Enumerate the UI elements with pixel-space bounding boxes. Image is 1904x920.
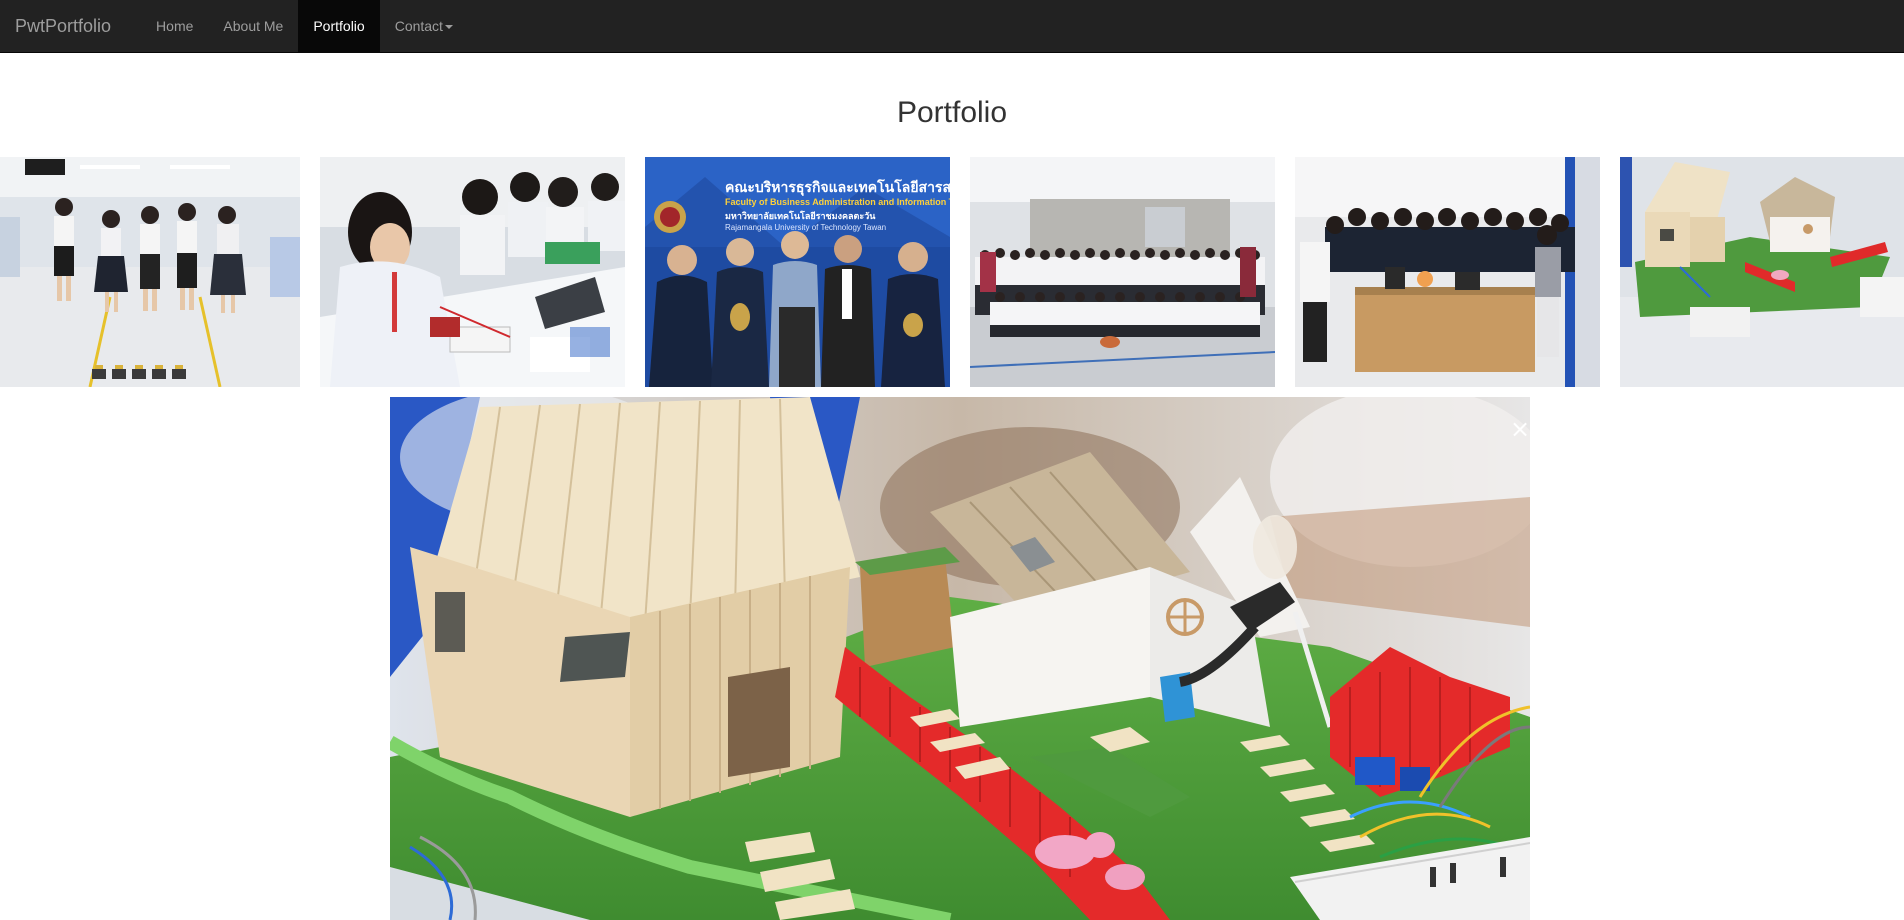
banner-english-text: Faculty of Business Administration and I… xyxy=(725,197,950,207)
nav-item-contact: Contact xyxy=(380,0,468,52)
portfolio-thumbnail-5[interactable] xyxy=(1295,157,1600,387)
portfolio-thumbnail-2[interactable] xyxy=(320,157,625,387)
lightbox-photo xyxy=(390,397,1530,920)
portfolio-thumbnail-3[interactable]: คณะบริหารธุรกิจและเทคโนโลยีสารสนเ Facult… xyxy=(645,157,950,387)
close-icon[interactable]: × xyxy=(1508,417,1532,441)
page-title: Portfolio xyxy=(896,96,1008,129)
thumbnail-3-image: คณะบริหารธุรกิจและเทคโนโลยีสารสนเ Facult… xyxy=(645,157,950,387)
banner-thai-text: คณะบริหารธุรกิจและเทคโนโลยีสารสนเ xyxy=(725,178,950,196)
nav-menu: Home About Me Portfolio Contact xyxy=(126,0,468,52)
portfolio-thumbnail-4[interactable] xyxy=(970,157,1275,387)
banner-thai-text-2: มหาวิทยาลัยเทคโนโลยีราชมงคลตะวัน xyxy=(725,210,876,222)
thumbnail-1-image xyxy=(0,157,300,387)
nav-contact-dropdown[interactable]: Contact xyxy=(380,0,468,52)
nav-item-portfolio: Portfolio xyxy=(298,0,380,52)
thumbnail-2-image xyxy=(320,157,625,387)
portfolio-thumbnail-1[interactable] xyxy=(0,157,300,387)
nav-about-link[interactable]: About Me xyxy=(208,0,298,52)
brand-link[interactable]: PwtPortfolio xyxy=(0,0,126,52)
banner-english-text-2: Rajamangala University of Technology Taw… xyxy=(725,223,886,232)
caret-down-icon xyxy=(444,25,453,30)
nav-item-home: Home xyxy=(141,0,208,52)
navbar: PwtPortfolio Home About Me Portfolio Con… xyxy=(0,0,1904,53)
portfolio-thumbnail-6[interactable] xyxy=(1620,157,1904,387)
nav-home-link[interactable]: Home xyxy=(141,0,208,52)
nav-contact-label: Contact xyxy=(394,18,443,34)
lightbox-image[interactable] xyxy=(390,397,1530,920)
nav-item-about: About Me xyxy=(208,0,298,52)
nav-portfolio-link[interactable]: Portfolio xyxy=(298,0,380,52)
thumbnail-4-image xyxy=(970,157,1275,387)
thumbnail-6-image xyxy=(1620,157,1904,387)
thumbnail-5-image xyxy=(1295,157,1600,387)
